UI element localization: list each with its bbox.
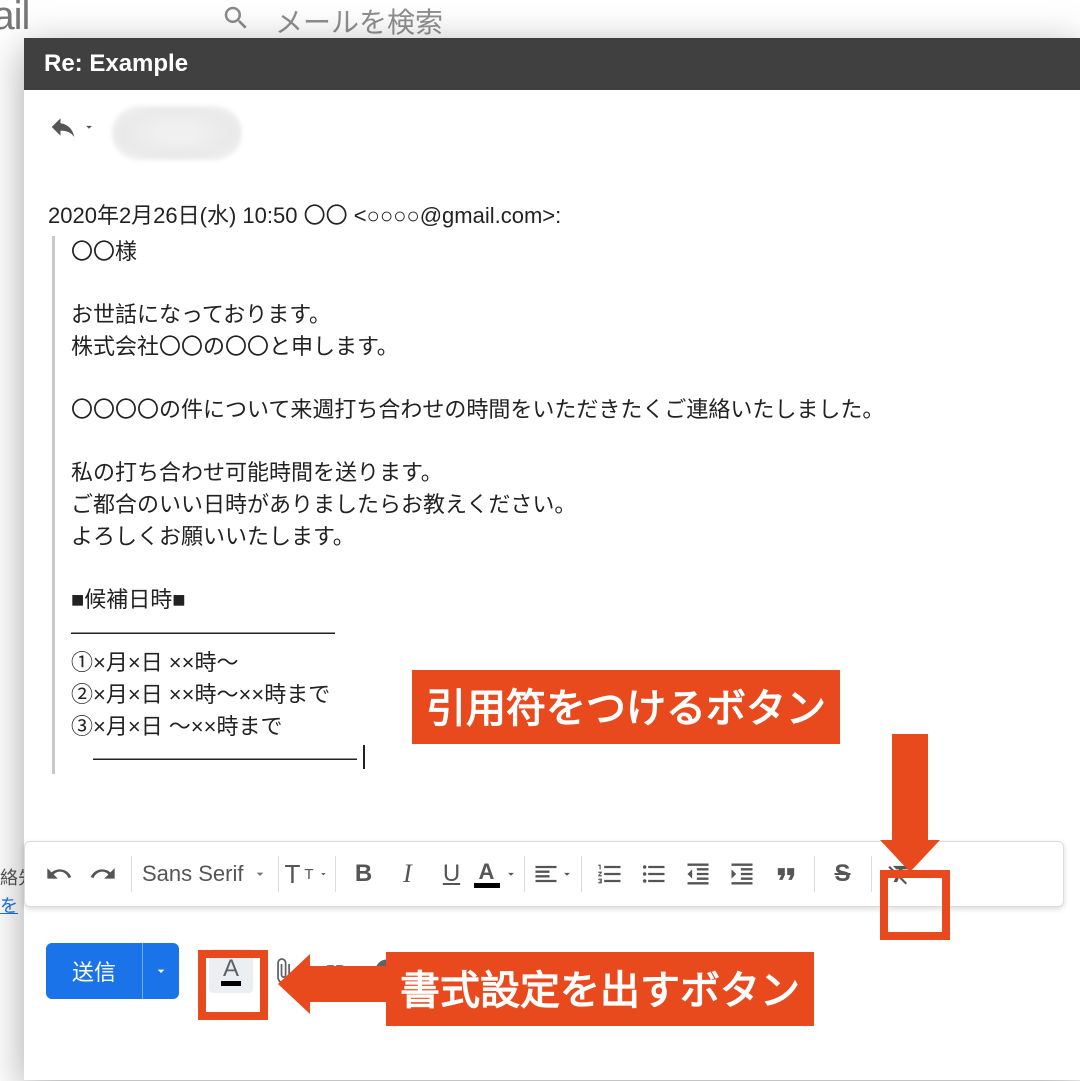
- annotation-quote-label: 引用符をつけるボタン: [412, 670, 840, 744]
- quote-button[interactable]: [764, 850, 808, 898]
- font-family-picker[interactable]: Sans Serif: [138, 861, 272, 887]
- numbered-list-button[interactable]: [588, 850, 632, 898]
- send-options-button[interactable]: [142, 943, 179, 999]
- quote-line: お世話になっております。: [71, 299, 1056, 331]
- annotation-arrow-down: [892, 734, 928, 844]
- underline-button[interactable]: U: [430, 850, 474, 898]
- sidebar-link-fragment[interactable]: を: [0, 892, 18, 918]
- send-button-group: 送信: [46, 943, 179, 999]
- quote-line: 私の打ち合わせ可能時間を送ります。: [71, 457, 1056, 489]
- indent-less-button[interactable]: [676, 850, 720, 898]
- italic-button[interactable]: I: [386, 850, 430, 898]
- compose-title[interactable]: Re: Example: [24, 38, 1080, 90]
- send-button[interactable]: 送信: [46, 943, 142, 999]
- recipient-row[interactable]: [24, 90, 1080, 194]
- redo-button[interactable]: [81, 850, 125, 898]
- bold-button[interactable]: B: [342, 850, 386, 898]
- quote-line: ――――――――――――: [71, 616, 1056, 648]
- text-color-button[interactable]: A: [474, 850, 518, 898]
- strikethrough-button[interactable]: S: [821, 850, 865, 898]
- annotation-highlight-quote: [880, 870, 950, 940]
- annotation-arrow-left: [306, 966, 386, 1002]
- font-size-picker[interactable]: TT: [285, 850, 329, 898]
- text-cursor: [363, 745, 365, 769]
- quote-line: 株式会社〇〇の〇〇と申します。: [71, 331, 1056, 363]
- quote-line: よろしくお願いいたします。: [71, 521, 1056, 553]
- annotation-format-label: 書式設定を出すボタン: [386, 952, 814, 1026]
- undo-button[interactable]: [37, 850, 81, 898]
- bullet-list-button[interactable]: [632, 850, 676, 898]
- recipient-chip-blurred[interactable]: [112, 106, 242, 160]
- quote-line: 〇〇〇〇の件について来週打ち合わせの時間をいただきたくご連絡いたしました。: [71, 394, 1056, 426]
- align-button[interactable]: [531, 850, 575, 898]
- reply-icon[interactable]: [48, 112, 96, 142]
- search-placeholder: メールを検索: [275, 1, 443, 41]
- quote-header: 2020年2月26日(水) 10:50 〇〇 <○○○○@gmail.com>:: [48, 200, 1056, 232]
- search-icon: [221, 3, 251, 40]
- quote-line: 〇〇様: [71, 236, 1056, 268]
- quote-line: ご都合のいい日時がありましたらお教えください。: [71, 489, 1056, 521]
- app-logo-fragment: mail: [0, 0, 29, 39]
- annotation-highlight-format: [198, 950, 268, 1020]
- indent-more-button[interactable]: [720, 850, 764, 898]
- quote-line: ■候補日時■: [71, 584, 1056, 616]
